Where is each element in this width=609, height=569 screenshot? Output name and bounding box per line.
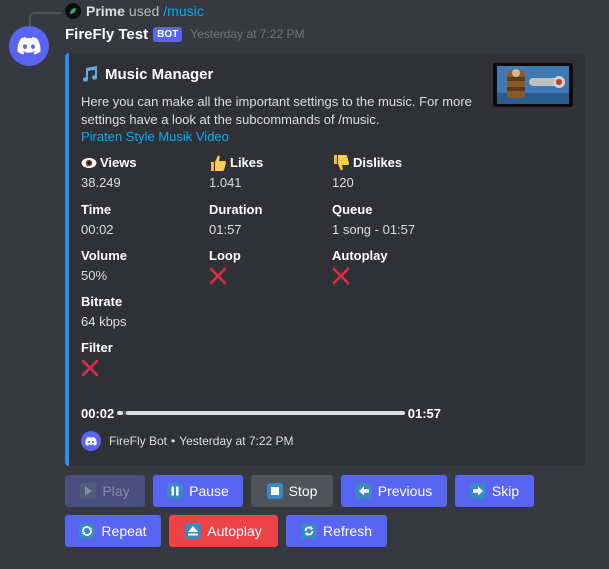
repeat-icon [79, 523, 96, 539]
skip-button[interactable]: Skip [455, 475, 534, 507]
refresh-button-label: Refresh [322, 523, 373, 539]
progress-bar-fill [117, 411, 123, 415]
field-time-name: Time [81, 202, 112, 217]
field-duration-value: 01:57 [209, 222, 242, 237]
thumbs-down-icon [332, 154, 350, 172]
progress-bar [117, 411, 405, 415]
message-header: FireFly Test BOT Yesterday at 7:22 PM [65, 24, 305, 44]
bot-avatar[interactable] [9, 26, 49, 66]
pause-button-label: Pause [189, 483, 229, 499]
progress-current-time: 00:02 [81, 405, 115, 421]
embed-title: Music Manager [81, 65, 213, 83]
reply-avatar[interactable] [65, 3, 81, 19]
field-queue-value: 1 song - 01:57 [332, 222, 416, 237]
field-time: Time 00:02 [81, 201, 114, 239]
embed-footer: FireFly Bot • Yesterday at 7:22 PM [81, 431, 294, 451]
refresh-button[interactable]: Refresh [286, 515, 387, 547]
field-filter: Filter [81, 339, 113, 377]
field-bitrate-name: Bitrate [81, 294, 123, 309]
autoplay-button-label: Autoplay [207, 523, 262, 539]
field-queue: Queue 1 song - 01:57 [332, 201, 415, 239]
pause-button[interactable]: Pause [153, 475, 243, 507]
arrow-left-icon [355, 483, 372, 499]
field-views-name: Views [100, 155, 137, 170]
skip-button-label: Skip [491, 483, 520, 499]
progress-bar-track [126, 411, 405, 415]
field-likes-value: 1.041 [209, 175, 242, 190]
field-time-value: 00:02 [81, 222, 114, 237]
thumbs-up-icon [209, 154, 227, 172]
field-bitrate-value: 64 kbps [81, 314, 127, 329]
footer-timestamp: Yesterday at 7:22 PM [179, 434, 294, 448]
field-bitrate: Bitrate 64 kbps [81, 293, 127, 331]
field-loop-name: Loop [209, 248, 241, 263]
play-button-label: Play [102, 483, 130, 499]
footer-bot-name: FireFly Bot [109, 434, 168, 448]
reply-username[interactable]: Prime [86, 3, 125, 19]
repeat-button[interactable]: Repeat [65, 515, 161, 547]
discord-logo-icon [17, 37, 41, 55]
embed-title-text: Music Manager [105, 65, 214, 83]
stop-button[interactable]: Stop [251, 475, 333, 507]
autoplay-button[interactable]: Autoplay [169, 515, 278, 547]
leaf-icon [70, 8, 76, 14]
field-volume-name: Volume [81, 248, 127, 263]
field-dislikes: Dislikes 120 [332, 154, 402, 192]
play-button[interactable]: Play [65, 475, 145, 507]
reply-reference[interactable]: Prime used /music [65, 3, 204, 19]
music-note-icon [81, 65, 99, 83]
cross-mark-icon [209, 267, 227, 285]
field-autoplay: Autoplay [332, 247, 388, 285]
footer-avatar [81, 431, 101, 451]
field-dislikes-name: Dislikes [353, 155, 403, 170]
field-queue-name: Queue [332, 202, 373, 217]
previous-button[interactable]: Previous [341, 475, 447, 507]
field-filter-name: Filter [81, 340, 113, 355]
reply-connector [29, 12, 61, 26]
repeat-button-label: Repeat [101, 523, 147, 539]
cross-mark-icon [81, 359, 99, 377]
stop-button-label: Stop [288, 483, 318, 499]
message-timestamp: Yesterday at 7:22 PM [190, 27, 305, 41]
play-icon [80, 483, 97, 499]
reply-verb: used [128, 3, 160, 19]
field-volume: Volume 50% [81, 247, 127, 285]
cross-mark-icon [332, 267, 350, 285]
eject-icon [185, 523, 202, 539]
field-loop: Loop [209, 247, 241, 285]
embed-description: Here you can make all the important sett… [81, 94, 472, 127]
field-dislikes-value: 120 [332, 175, 354, 190]
video-link[interactable]: Piraten Style Musik Video [81, 129, 229, 144]
bot-username[interactable]: FireFly Test [65, 26, 148, 43]
refresh-icon [300, 523, 317, 539]
thumbnail-image [493, 63, 573, 107]
previous-button-label: Previous [377, 483, 433, 499]
bot-tag: BOT [153, 26, 183, 42]
discord-logo-icon [85, 436, 97, 446]
field-autoplay-name: Autoplay [332, 248, 388, 263]
field-views-value: 38.249 [81, 175, 121, 190]
reply-command[interactable]: /music [163, 3, 203, 19]
arrow-right-icon [469, 483, 486, 499]
stop-icon [266, 483, 283, 499]
eye-icon [81, 157, 97, 169]
field-views: Views 38.249 [81, 154, 137, 192]
field-volume-value: 50% [81, 268, 108, 283]
music-embed: Music Manager Here you can make all the … [65, 53, 585, 466]
field-duration-name: Duration [209, 202, 263, 217]
field-likes: Likes 1.041 [209, 154, 263, 192]
progress-total-time: 01:57 [407, 405, 441, 421]
video-thumbnail[interactable] [493, 63, 573, 107]
playback-progress: 00:02 01:57 [81, 404, 441, 422]
field-likes-name: Likes [230, 155, 264, 170]
footer-separator: • [171, 434, 176, 448]
pause-icon [167, 483, 184, 499]
field-duration: Duration 01:57 [209, 201, 262, 239]
